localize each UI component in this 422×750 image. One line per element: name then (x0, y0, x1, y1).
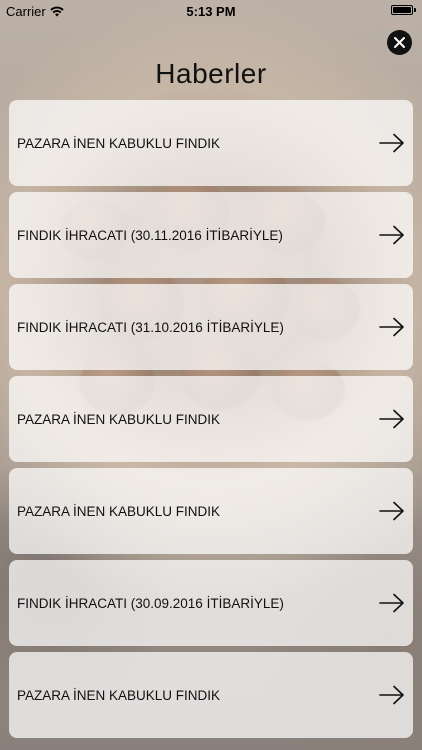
arrow-right-icon (379, 685, 404, 705)
arrow-right-icon (379, 593, 404, 613)
news-item[interactable]: FINDIK İHRACATI (31.10.2016 İTİBARİYLE) (9, 284, 413, 370)
news-item-label: FINDIK İHRACATI (31.10.2016 İTİBARİYLE) (17, 319, 284, 335)
news-list: PAZARA İNEN KABUKLU FINDIK FINDIK İHRACA… (9, 100, 413, 744)
close-icon (394, 37, 405, 48)
status-bar: Carrier 5:13 PM (0, 0, 422, 22)
battery-icon (391, 5, 416, 15)
news-item-label: PAZARA İNEN KABUKLU FINDIK (17, 503, 221, 519)
news-item[interactable]: PAZARA İNEN KABUKLU FINDIK (9, 100, 413, 186)
news-item[interactable]: FINDIK İHRACATI (30.09.2016 İTİBARİYLE) (9, 560, 413, 646)
news-item[interactable]: FINDIK İHRACATI (30.11.2016 İTİBARİYLE) (9, 192, 413, 278)
news-item[interactable]: PAZARA İNEN KABUKLU FINDIK (9, 376, 413, 462)
status-time: 5:13 PM (186, 4, 236, 19)
news-item[interactable]: PAZARA İNEN KABUKLU FINDIK (9, 652, 413, 738)
news-item-label: FINDIK İHRACATI (30.11.2016 İTİBARİYLE) (17, 227, 283, 243)
news-item-label: PAZARA İNEN KABUKLU FINDIK (17, 687, 221, 703)
arrow-right-icon (379, 133, 404, 153)
arrow-right-icon (379, 317, 404, 337)
close-button[interactable] (387, 30, 412, 55)
page-title: Haberler (155, 58, 267, 89)
news-item-label: FINDIK İHRACATI (30.09.2016 İTİBARİYLE) (17, 595, 284, 611)
arrow-right-icon (379, 225, 404, 245)
news-item[interactable]: PAZARA İNEN KABUKLU FINDIK (9, 468, 413, 554)
arrow-right-icon (379, 501, 404, 521)
news-item-label: PAZARA İNEN KABUKLU FINDIK (17, 411, 221, 427)
news-item-label: PAZARA İNEN KABUKLU FINDIK (17, 135, 221, 151)
arrow-right-icon (379, 409, 404, 429)
